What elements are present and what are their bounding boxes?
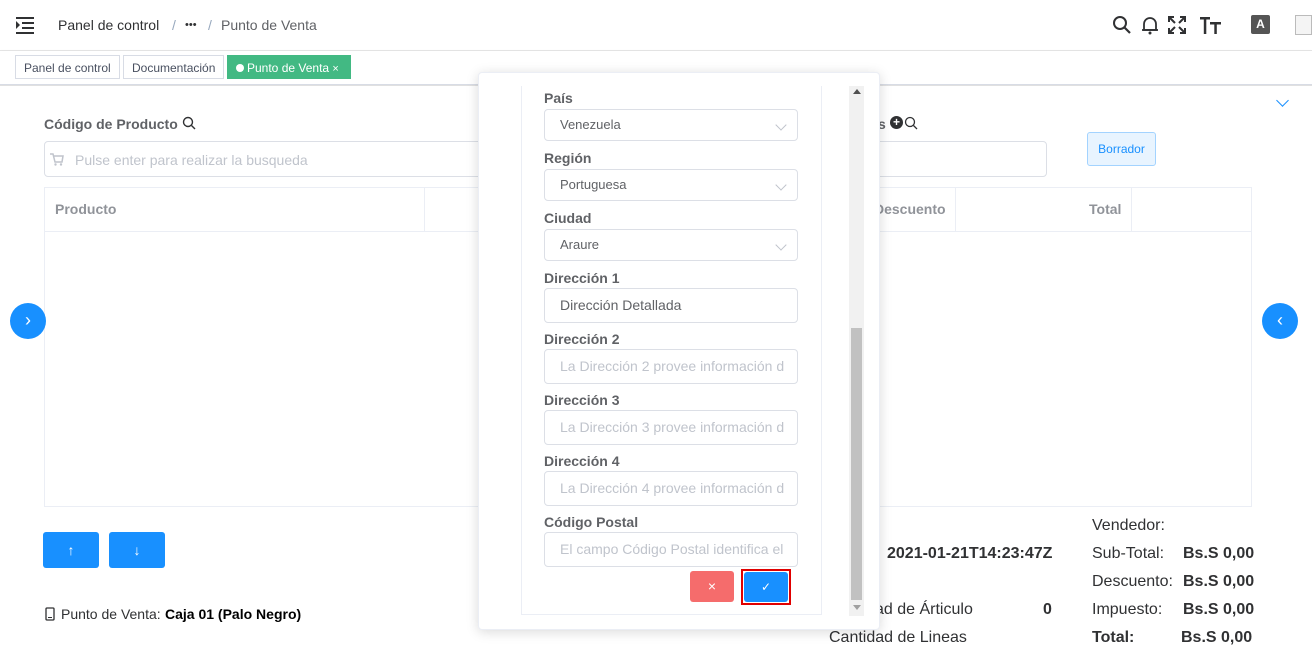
subtotal-value: Bs.S 0,00	[1183, 545, 1255, 562]
address2-input[interactable]: La Dirección 2 provee información d	[544, 349, 798, 384]
discount-value: Bs.S 0,00	[1183, 573, 1255, 590]
breadcrumb-current: Punto de Venta	[221, 17, 317, 33]
address3-label: Dirección 3	[544, 392, 620, 408]
total-value: Bs.S 0,00	[1181, 629, 1253, 646]
check-icon: ✓	[760, 580, 772, 594]
point-of-sale-label: Punto de Venta:	[61, 606, 161, 622]
avatar[interactable]	[1295, 15, 1312, 35]
product-code-label: Código de Producto	[44, 116, 178, 132]
address1-input[interactable]: Dirección Detallada	[544, 288, 798, 323]
font-size-icon[interactable]	[1199, 14, 1223, 36]
lines-qty-label: Cantidad de Lineas	[829, 629, 967, 646]
city-value: Araure	[560, 237, 600, 252]
subtotal-label: Sub-Total:	[1092, 545, 1165, 562]
bell-icon[interactable]	[1140, 15, 1160, 35]
search-icon[interactable]	[904, 116, 918, 130]
close-icon: ×	[707, 578, 717, 594]
region-value: Portuguesa	[560, 177, 627, 192]
city-label: Ciudad	[544, 210, 592, 226]
column-header-total: Total	[1089, 201, 1122, 217]
country-select[interactable]: Venezuela	[544, 109, 798, 141]
seller-label: Vendedor:	[1092, 517, 1165, 534]
product-search-input[interactable]: Pulse enter para realizar la busqueda	[44, 141, 484, 177]
arrow-down-button[interactable]: ↓	[109, 532, 165, 568]
cancel-button[interactable]: ×	[690, 571, 734, 602]
breadcrumb-separator: /	[172, 17, 176, 33]
article-qty-label: ad de Árticulo	[875, 601, 973, 618]
total-label: Total:	[1092, 629, 1135, 646]
address3-input[interactable]: La Dirección 3 provee información d	[544, 410, 798, 445]
tax-label: Impuesto:	[1092, 601, 1163, 618]
column-divider	[955, 188, 956, 231]
expand-right-button[interactable]: ‹	[1262, 303, 1298, 339]
tag-panel-de-control[interactable]: Panel de control	[15, 55, 120, 79]
region-label: Región	[544, 150, 592, 166]
fullscreen-icon[interactable]	[1167, 15, 1187, 35]
chevron-down-icon	[775, 179, 787, 191]
region-select[interactable]: Portuguesa	[544, 169, 798, 201]
point-of-sale-value: Caja 01 (Palo Negro)	[165, 606, 302, 622]
draft-button[interactable]: Borrador	[1087, 132, 1156, 166]
postal-code-input[interactable]: El campo Código Postal identifica el	[544, 532, 798, 567]
address2-label: Dirección 2	[544, 331, 620, 347]
search-icon[interactable]	[1112, 15, 1132, 35]
tablet-icon	[45, 607, 55, 621]
breadcrumb-more[interactable]: •••	[185, 19, 197, 31]
tax-value: Bs.S 0,00	[1183, 601, 1255, 618]
column-divider	[424, 188, 425, 231]
column-header-producto: Producto	[55, 201, 117, 217]
add-client-icon[interactable]: +	[890, 116, 903, 129]
client-input[interactable]	[876, 141, 1047, 177]
postal-code-label: Código Postal	[544, 514, 639, 530]
country-label: País	[544, 90, 573, 106]
confirm-button[interactable]: ✓	[744, 572, 788, 602]
address4-input[interactable]: La Dirección 4 provee información d	[544, 471, 798, 506]
search-icon[interactable]	[182, 116, 196, 130]
tag-label: Panel de control	[24, 61, 111, 75]
discount-label: Descuento:	[1092, 573, 1173, 590]
scroll-down-arrow-icon[interactable]	[853, 605, 861, 610]
column-header-descuento: Descuento	[874, 201, 946, 217]
tag-label: Documentación	[132, 61, 216, 75]
breadcrumb-separator: /	[208, 17, 212, 33]
chevron-down-icon	[775, 239, 787, 251]
address4-label: Dirección 4	[544, 453, 620, 469]
product-search-placeholder: Pulse enter para realizar la busqueda	[75, 152, 308, 168]
hamburger-icon[interactable]	[16, 16, 34, 34]
scrollbar-thumb[interactable]	[851, 328, 862, 600]
article-qty-value: 0	[1043, 601, 1052, 618]
expand-left-button[interactable]: ›	[10, 303, 46, 339]
country-value: Venezuela	[560, 117, 621, 132]
tag-label: Punto de Venta	[247, 61, 330, 75]
cart-icon	[50, 153, 64, 166]
column-divider	[1131, 188, 1132, 231]
city-select[interactable]: Araure	[544, 229, 798, 261]
document-date: 2021-01-21T14:23:47Z	[887, 545, 1053, 562]
close-icon[interactable]: ×	[332, 63, 338, 75]
scroll-up-arrow-icon[interactable]	[853, 89, 861, 94]
arrow-up-button[interactable]: ↑	[43, 532, 99, 568]
tag-documentacion[interactable]: Documentación	[123, 55, 225, 79]
breadcrumb-home[interactable]: Panel de control	[58, 17, 159, 33]
tag-punto-de-venta[interactable]: Punto de Venta ×	[227, 55, 351, 79]
chevron-down-icon	[775, 119, 787, 131]
translate-icon[interactable]: A	[1251, 15, 1270, 34]
active-dot-icon	[236, 64, 244, 72]
address1-label: Dirección 1	[544, 270, 620, 286]
